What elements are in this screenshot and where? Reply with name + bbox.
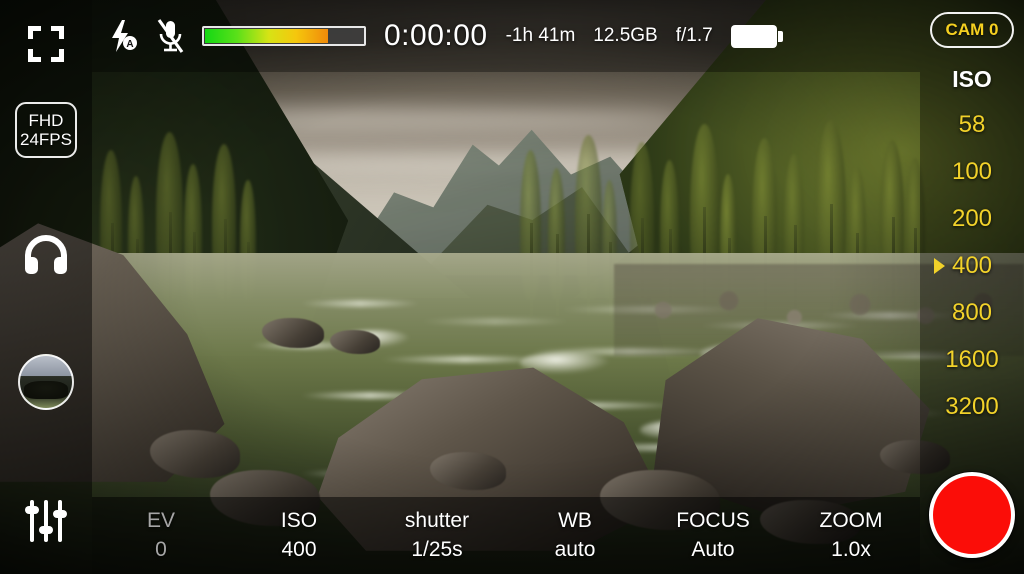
- recording-timer: 0:00:00: [384, 19, 488, 52]
- viewfinder-preview: [0, 0, 1024, 574]
- camera-index-badge[interactable]: CAM 0: [929, 12, 1015, 48]
- mode-resolution: FHD: [28, 111, 64, 130]
- iso-option-label: 1600: [945, 345, 999, 373]
- storage-remaining: 12.5GB: [593, 25, 658, 46]
- control-label: ISO: [280, 509, 318, 532]
- control-label: ZOOM: [819, 509, 883, 532]
- mode-framerate: 24FPS: [20, 130, 72, 150]
- control-label: FOCUS: [676, 509, 750, 532]
- control-shutter[interactable]: shutter 1/25s: [368, 509, 506, 562]
- iso-scale-title: ISO: [952, 66, 992, 92]
- iso-selector-caret-icon: [934, 257, 945, 274]
- battery-full-icon: [730, 24, 783, 48]
- control-zoom[interactable]: ZOOM 1.0x: [782, 509, 920, 562]
- record-button[interactable]: [929, 472, 1015, 558]
- iso-option-1600[interactable]: 1600: [920, 336, 1024, 383]
- iso-option-label: 800: [951, 298, 993, 326]
- aperture-value: f/1.7: [675, 25, 713, 46]
- iso-option-label: 58: [958, 110, 986, 138]
- right-sidebar: CAM 0 ISO 58 100 200 400 800 1600 3200: [920, 0, 1024, 574]
- svg-text:A: A: [126, 39, 133, 50]
- control-value: 400: [281, 538, 317, 561]
- left-sidebar: FHD 24FPS: [0, 0, 92, 574]
- iso-option-58[interactable]: 58: [920, 101, 1024, 148]
- iso-option-label: 200: [951, 204, 993, 232]
- control-wb[interactable]: WB auto: [506, 509, 644, 562]
- bottom-control-bar: EV 0 ISO 400 shutter 1/25s WB auto FOCUS Auto ZOOM…: [92, 497, 920, 574]
- iso-option-100[interactable]: 100: [920, 148, 1024, 195]
- iso-option-800[interactable]: 800: [920, 289, 1024, 336]
- microphone-muted-icon[interactable]: [156, 18, 184, 54]
- iso-option-label: 100: [951, 157, 993, 185]
- flash-auto-icon[interactable]: A: [108, 19, 138, 53]
- video-mode-badge[interactable]: FHD 24FPS: [15, 102, 77, 159]
- control-iso[interactable]: ISO 400: [230, 509, 368, 562]
- sliders-settings-icon[interactable]: [23, 498, 69, 544]
- control-value: Auto: [691, 538, 735, 561]
- iso-option-3200[interactable]: 3200: [920, 383, 1024, 430]
- control-focus[interactable]: FOCUS Auto: [644, 509, 782, 562]
- control-value: 1/25s: [411, 538, 463, 561]
- iso-option-200[interactable]: 200: [920, 195, 1024, 242]
- audio-level-fill: [205, 29, 329, 43]
- control-value: auto: [554, 538, 596, 561]
- iso-option-label: 3200: [945, 392, 999, 420]
- camera-app: A 0:00:00 -1h 41m 12.5GB f/1.7 FHD 24FPS…: [0, 0, 1024, 574]
- control-ev[interactable]: EV 0: [92, 509, 230, 562]
- control-label: WB: [558, 509, 592, 532]
- gallery-thumbnail[interactable]: [18, 354, 74, 411]
- audio-level-meter: [202, 26, 366, 46]
- vignette: [0, 0, 1024, 574]
- top-status-bar: A 0:00:00 -1h 41m 12.5GB f/1.7: [92, 0, 920, 72]
- headphones-icon[interactable]: [22, 232, 70, 276]
- remaining-time: -1h 41m: [505, 25, 576, 46]
- fullscreen-crop-icon[interactable]: [24, 22, 68, 66]
- iso-option-400[interactable]: 400: [920, 242, 1024, 289]
- control-label: EV: [146, 509, 175, 532]
- iso-scale[interactable]: 58 100 200 400 800 1600 3200: [920, 101, 1024, 430]
- iso-option-label: 400: [951, 251, 993, 279]
- control-label: shutter: [404, 509, 470, 532]
- control-value: 0: [155, 538, 167, 561]
- control-value: 1.0x: [831, 538, 871, 561]
